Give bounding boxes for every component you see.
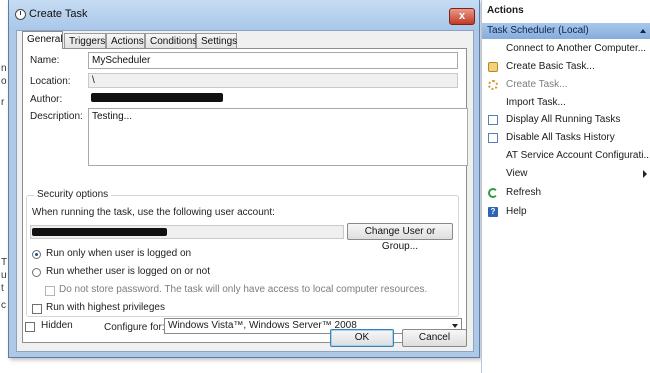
configure-for-label: Configure for: [104,322,165,333]
action-help[interactable]: ? Help [482,203,650,221]
action-display-running[interactable]: Display All Running Tasks [482,111,650,129]
submenu-arrow-icon [643,170,647,178]
change-user-button[interactable]: Change User or Group... [347,223,453,252]
dialog-titlebar[interactable]: Create Task x [9,0,479,30]
security-options-title: Security options [34,189,112,200]
radio-logged-on-label[interactable]: Run only when user is logged on [46,248,191,259]
chevron-down-icon [452,324,458,328]
action-connect-computer[interactable]: Connect to Another Computer... [482,40,650,58]
action-disable-history[interactable]: Disable All Tasks History [482,129,650,147]
bg-fragment: T [1,257,8,268]
radio-logged-on-or-not[interactable] [32,268,41,277]
tab-general[interactable]: General [22,31,63,49]
name-label: Name: [30,55,60,66]
bg-fragment: c [1,300,6,311]
action-label: Refresh [506,187,542,198]
highest-privileges-checkbox[interactable] [32,304,42,314]
no-store-password-label: Do not store password. The task will onl… [59,284,428,295]
name-input[interactable]: MyScheduler [88,52,458,69]
redacted-author [91,93,223,102]
dialog-client-area: General Triggers Actions Conditions Sett… [16,30,474,352]
clock-icon [15,9,26,20]
help-icon: ? [488,207,498,217]
description-label: Description: [30,111,83,122]
no-store-password-checkbox[interactable] [45,286,55,296]
create-task-dialog: Create Task x General Triggers Actions C… [8,0,480,358]
configure-for-value: Windows Vista™, Windows Server™ 2008 [168,320,357,331]
tab-settings[interactable]: Settings [196,33,237,48]
bg-fragment: o [1,76,7,87]
action-label: Display All Running Tasks [506,114,621,125]
action-create-task: Create Task... [482,76,650,94]
action-label: Connect to Another Computer... [506,43,647,54]
action-label: View [506,168,528,179]
action-refresh[interactable]: Refresh [482,184,650,202]
ok-button[interactable]: OK [330,329,394,347]
dialog-title: Create Task [29,8,88,20]
close-button[interactable]: x [449,8,475,25]
location-label: Location: [30,76,71,87]
tab-conditions[interactable]: Conditions [145,33,197,48]
tab-actions[interactable]: Actions [106,33,145,48]
hidden-checkbox[interactable] [25,322,35,332]
action-label: Import Task... [506,97,566,108]
location-field: \ [88,73,458,88]
security-options-group: Security options When running the task, … [26,189,459,317]
refresh-icon [488,188,498,198]
action-import-task[interactable]: Import Task... [482,94,650,112]
redacted-account [32,228,167,236]
bg-fragment: u [1,270,7,281]
action-create-basic-task[interactable]: Create Basic Task... [482,58,650,76]
hidden-label[interactable]: Hidden [41,320,73,331]
radio-logged-on[interactable] [32,250,41,259]
gear-icon [488,80,498,90]
history-icon [488,133,498,143]
description-textarea[interactable]: Testing... [88,108,468,166]
section-title: Task Scheduler (Local) [487,25,589,36]
task-scheduler-section[interactable]: Task Scheduler (Local) [482,23,650,39]
account-prompt: When running the task, use the following… [32,207,275,218]
action-label: Disable All Tasks History [506,132,615,143]
actions-header: Actions [482,0,650,21]
list-icon [488,115,498,125]
action-view[interactable]: View [482,165,650,183]
tab-triggers[interactable]: Triggers [64,33,106,48]
action-label: Create Basic Task... [506,61,595,72]
highest-privileges-label[interactable]: Run with highest privileges [46,302,165,313]
bg-fragment: r [1,97,5,108]
author-label: Author: [30,94,63,105]
action-label: Help [506,206,527,217]
bg-fragment: n [1,63,7,74]
action-label: AT Service Account Configurati... [506,150,650,161]
radio-logged-on-or-not-label[interactable]: Run whether user is logged on or not [46,266,210,277]
action-label: Create Task... [506,79,568,90]
actions-pane: Actions Task Scheduler (Local) Connect t… [481,0,650,373]
chevron-up-icon[interactable] [640,29,646,33]
bg-fragment: t [1,283,4,294]
wizard-icon [488,62,498,72]
cancel-button[interactable]: Cancel [402,329,467,347]
action-at-service-config[interactable]: AT Service Account Configurati... [482,147,650,165]
general-tab-panel: Name: MyScheduler Location: \ Author: De… [22,48,468,343]
